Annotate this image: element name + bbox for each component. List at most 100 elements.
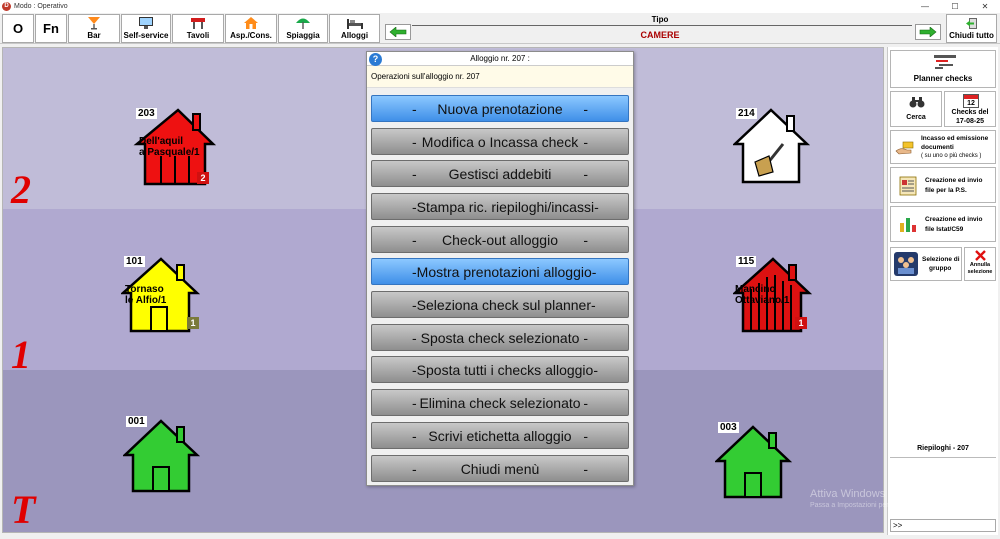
menu-item-label: Seleziona check sul planner — [416, 296, 592, 313]
windows-activation-watermark: Attiva Windows Passa a Impostazioni per … — [810, 488, 946, 512]
room-number: 101 — [124, 256, 145, 267]
room-badge: 1 — [795, 317, 807, 329]
menu-header: ? Alloggio nr. 207 : — [367, 52, 633, 66]
incasso-line3: ( su uno o più checks ) — [921, 153, 982, 159]
dash-right: - — [583, 329, 588, 346]
asp-cons-button[interactable]: Asp./Cons. — [225, 14, 277, 43]
selezione-gruppo-button[interactable]: Selezione di gruppo — [890, 247, 962, 281]
incasso-line2: documenti — [921, 144, 954, 151]
annulla-selezione-button[interactable]: Annulla selezione — [964, 247, 996, 281]
house-icon — [244, 17, 258, 29]
room-number: 214 — [736, 108, 757, 119]
help-icon[interactable]: ? — [369, 53, 382, 66]
next-type-button[interactable] — [915, 24, 941, 40]
menu-item-stampa-riepiloghi[interactable]: - Stampa ric. riepiloghi/incassi - — [371, 193, 629, 220]
calendar-icon: 12 — [963, 94, 979, 108]
alloggi-button[interactable]: Alloggi — [329, 14, 380, 43]
planner-checks-button[interactable]: Planner checks — [890, 50, 996, 88]
incasso-line1: Incasso ed emissione — [921, 135, 989, 142]
menu-item-sposta-check[interactable]: - Sposta check selezionato - — [371, 324, 629, 351]
file-ps-button[interactable]: Creazione ed invio file per la P.S. — [890, 167, 996, 203]
monitor-icon — [139, 17, 153, 29]
window-controls: — ☐ ✕ — [910, 0, 1000, 13]
menu-item-modifica-incassa[interactable]: - Modifica o Incassa check - — [371, 128, 629, 155]
window-title: Modo : Operativo — [14, 3, 68, 10]
arrow-right-icon — [919, 27, 937, 37]
tipo-divider — [412, 25, 912, 26]
room-214[interactable]: 214 — [733, 106, 813, 188]
menu-item-label: Sposta check selezionato — [420, 329, 580, 346]
bar-button[interactable]: Bar — [68, 14, 120, 43]
cocktail-icon — [88, 17, 100, 30]
bed-icon — [346, 19, 363, 29]
room-number: 203 — [136, 108, 157, 119]
app-window: D Modo : Operativo — ☐ ✕ O Fn Bar Self-s… — [0, 0, 1000, 539]
cerca-button[interactable]: Cerca — [890, 91, 942, 127]
ps-line1: Creazione ed invio — [925, 177, 983, 184]
room-203[interactable]: 203 Dell'aquil a Pasquale/1 2 — [133, 106, 223, 188]
checks-del-button[interactable]: 12 Checks del 17-08-25 — [944, 91, 996, 127]
cerca-label: Cerca — [906, 114, 926, 121]
dash-right: - — [591, 296, 596, 313]
command-prompt[interactable]: >> — [890, 519, 996, 532]
room-115[interactable]: 115 Mancino Ottaviano/1 1 — [733, 255, 817, 337]
file-istat-button[interactable]: Creazione ed invio file Istat/C59 — [890, 206, 996, 242]
dash-right: - — [593, 361, 598, 378]
dash-right: - — [591, 263, 597, 280]
menu-item-elimina-check[interactable]: - Elimina check selezionato - — [371, 389, 629, 416]
asp-cons-label: Asp./Cons. — [230, 31, 272, 40]
close-button[interactable]: ✕ — [970, 0, 1000, 13]
menu-item-check-out[interactable]: - Check-out alloggio - — [371, 226, 629, 253]
menu-item-label: Chiudi menù — [460, 460, 540, 477]
fn-button[interactable]: Fn — [35, 14, 67, 43]
menu-item-chiudi-menu[interactable]: - Chiudi menù - — [371, 455, 629, 482]
alloggi-label: Alloggi — [340, 31, 369, 40]
riepiloghi-label: Riepiloghi - 207 — [917, 445, 969, 452]
o-label: O — [12, 21, 24, 36]
dash-right: - — [583, 133, 588, 150]
o-button[interactable]: O — [2, 14, 34, 43]
room-001[interactable]: 001 — [123, 415, 207, 497]
prev-type-button[interactable] — [385, 24, 411, 40]
room-003[interactable]: 003 — [715, 421, 799, 503]
fn-label: Fn — [43, 21, 59, 36]
table-icon — [191, 18, 205, 29]
menu-item-seleziona-check[interactable]: - Seleziona check sul planner - — [371, 291, 629, 318]
spiaggia-label: Spiaggia — [286, 31, 320, 40]
dash-right: - — [583, 460, 588, 477]
bar-label: Bar — [87, 31, 101, 40]
spiaggia-button[interactable]: Spiaggia — [278, 14, 328, 43]
menu-item-mostra-prenotazioni[interactable]: - Mostra prenotazioni alloggio - — [371, 258, 629, 285]
tavoli-button[interactable]: Tavoli — [172, 14, 224, 43]
istat-line1: Creazione ed invio — [925, 216, 983, 223]
red-x-icon — [975, 250, 986, 261]
room-number: 003 — [718, 422, 739, 433]
room-operations-menu: ? Alloggio nr. 207 : Operazioni sull'all… — [366, 51, 634, 486]
menu-item-label: Gestisci addebiti — [448, 165, 552, 182]
incasso-documenti-button[interactable]: Incasso ed emissione documenti ( su uno … — [890, 130, 996, 164]
menu-item-nuova-prenotazione[interactable]: - Nuova prenotazione - — [371, 95, 629, 122]
menu-subtitle: Operazioni sull'alloggio nr. 207 — [367, 66, 633, 88]
room-101[interactable]: 101 Tornaso le Alfio/1 1 — [121, 255, 211, 337]
menu-item-scrivi-etichetta[interactable]: - Scrivi etichetta alloggio - — [371, 422, 629, 449]
arrow-left-icon — [389, 27, 407, 37]
umbrella-icon — [296, 18, 310, 29]
checks-date: 17-08-25 — [955, 118, 985, 125]
sel-gruppo-line1: Selezione di — [922, 256, 960, 263]
menu-item-label: Scrivi etichetta alloggio — [428, 427, 572, 444]
istat-line2: file Istat/C59 — [925, 226, 964, 233]
self-service-button[interactable]: Self-service — [121, 14, 171, 43]
room-badge: 1 — [187, 317, 199, 329]
room-guest-line2: le Alfio/1 — [125, 295, 167, 306]
dash-right: - — [583, 231, 588, 248]
chiudi-tutto-button[interactable]: Chiudi tutto — [946, 14, 997, 43]
menu-item-label: Check-out alloggio — [442, 231, 558, 248]
room-guest-line2: Ottaviano/1 — [735, 295, 790, 306]
menu-title: Alloggio nr. 207 : — [470, 54, 530, 63]
menu-item-label: Stampa ric. riepiloghi/incassi — [416, 198, 595, 215]
payment-hand-icon — [895, 141, 914, 155]
menu-item-gestisci-addebiti[interactable]: - Gestisci addebiti - — [371, 160, 629, 187]
minimize-button[interactable]: — — [910, 0, 940, 13]
menu-item-sposta-tutti[interactable]: - Sposta tutti i checks alloggio - — [371, 356, 629, 383]
maximize-button[interactable]: ☐ — [940, 0, 970, 13]
